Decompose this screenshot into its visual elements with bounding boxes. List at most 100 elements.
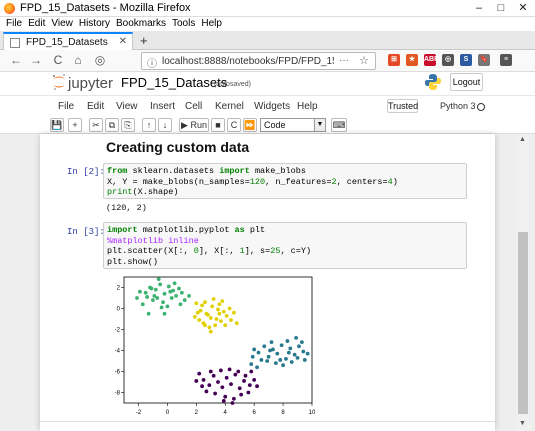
scroll-down-icon[interactable]: ▼ [519,420,526,427]
data-point [229,382,233,386]
data-point [177,286,181,291]
data-point [218,368,223,373]
menu-help[interactable]: Help [201,17,222,31]
maximize-button[interactable]: □ [490,1,512,15]
data-point [249,369,254,374]
code-cell-input[interactable]: import matplotlib.pyplot as plt %matplot… [103,222,467,269]
data-point [301,349,306,354]
page-actions-icon[interactable]: ··· [339,55,349,66]
bookmark-star-icon[interactable]: ☆ [359,54,369,67]
data-point [207,383,212,388]
new-tab-button[interactable]: + [140,33,148,48]
jupyter-logo-icon[interactable] [52,73,66,91]
data-point [204,389,209,394]
insert-cell-button[interactable]: + [68,118,82,132]
bookmarks-icon[interactable]: 🔖 [478,54,490,66]
hamburger-menu-icon[interactable]: ≡ [500,54,512,66]
adblock-icon[interactable]: ABP [424,54,439,66]
notebook-menubar: File Edit View Insert Cell Kernel Widget… [0,95,535,117]
command-palette-button[interactable]: ⌨ [331,118,347,132]
tab-strip: FPD_15_Datasets ✕ + [0,31,535,51]
data-point [249,362,254,367]
logout-button[interactable]: Logout [450,73,483,91]
nb-menu-insert[interactable]: Insert [150,101,175,112]
data-point [247,383,252,388]
menu-history[interactable]: History [79,17,110,31]
interrupt-button[interactable]: ■ [211,118,225,132]
kernel-name[interactable]: Python 3 [440,101,476,111]
close-window-button[interactable]: ✕ [512,1,534,15]
scroll-up-icon[interactable]: ▲ [519,136,526,143]
nb-menu-view[interactable]: View [116,101,138,112]
nb-menu-help[interactable]: Help [297,101,318,112]
x-tick-label: 2 [195,410,199,416]
data-point [217,302,222,307]
tab-notebook[interactable]: FPD_15_Datasets ✕ [3,32,133,51]
restart-kernel-button[interactable]: C [227,118,241,132]
nb-menu-cell[interactable]: Cell [185,101,202,112]
save-button[interactable]: 💾 [50,118,64,132]
paste-button[interactable]: ⎘ [121,118,135,132]
data-point [302,358,307,362]
close-tab-icon[interactable]: ✕ [119,36,127,47]
window-title: FPD_15_Datasets - Mozilla Firefox [20,2,191,14]
extension-icon-2[interactable]: ★ [406,54,418,66]
nb-menu-widgets[interactable]: Widgets [254,101,290,112]
trusted-badge[interactable]: Trusted [387,99,418,113]
cell-type-select[interactable]: Code ▼ [260,118,326,132]
page-bottom-divider [40,421,495,422]
menu-edit[interactable]: Edit [28,17,45,31]
scrollbar-thumb[interactable] [518,232,528,414]
data-point [279,343,284,348]
vertical-scrollbar[interactable]: ▲ ▼ [516,134,530,431]
nb-menu-edit[interactable]: Edit [87,101,104,112]
data-point [216,380,220,384]
address-bar[interactable]: ⓘ localhost:8888/notebooks/FPD/FPD_15 ··… [141,52,376,70]
copy-button[interactable]: ⧉ [105,118,119,132]
jupyter-brand[interactable]: jupyter [68,75,113,92]
notebook-name[interactable]: FPD_15_Datasets [121,75,227,90]
home-icon[interactable]: ⌂ [70,53,86,67]
back-icon[interactable]: ← [8,53,24,67]
nb-menu-file[interactable]: File [58,101,74,112]
y-tick-label: 2 [117,286,121,292]
data-point [217,311,222,316]
code-cell-input[interactable]: from sklearn.datasets import make_blobs … [103,163,467,199]
data-point [203,300,207,305]
data-point [194,379,199,383]
data-point [161,300,165,305]
move-up-button[interactable]: ↑ [142,118,156,132]
extension-icon-1[interactable]: ⊞ [388,54,400,66]
menu-bookmarks[interactable]: Bookmarks [116,17,166,31]
url-text[interactable]: localhost:8888/notebooks/FPD/FPD_15 [162,56,334,67]
menu-view[interactable]: View [51,17,73,31]
data-point [273,361,278,365]
nb-menu-kernel[interactable]: Kernel [215,101,244,112]
forward-icon[interactable]: → [28,53,44,67]
minimize-button[interactable]: – [468,1,490,15]
x-tick-label: 8 [281,410,285,416]
reload-icon[interactable]: C [50,53,66,67]
menu-tools[interactable]: Tools [172,17,195,31]
extension-icon-5[interactable]: S [460,54,472,66]
restart-run-all-button[interactable]: ⏩ [243,118,257,132]
data-point [278,358,283,362]
y-tick-label: 0 [117,307,121,313]
scatter-plot: -2 0 2 4 6 8 10 2 0 -2 -4 -6 -8 [115,276,316,416]
data-point [155,296,160,300]
data-point [243,373,248,378]
x-tick-label: 10 [309,410,316,416]
data-point [275,351,280,356]
rss-icon[interactable]: ◎ [92,53,108,67]
run-button[interactable]: ▶ Run [179,118,209,132]
data-point [174,294,178,298]
data-point [218,319,223,323]
data-point [288,346,293,351]
move-down-button[interactable]: ↓ [158,118,172,132]
cut-button[interactable]: ✂ [89,118,103,132]
data-point [159,305,164,310]
extension-icon-4[interactable]: ◎ [442,54,454,66]
data-point [208,329,213,334]
data-point [234,321,239,326]
menu-file[interactable]: File [6,17,22,31]
